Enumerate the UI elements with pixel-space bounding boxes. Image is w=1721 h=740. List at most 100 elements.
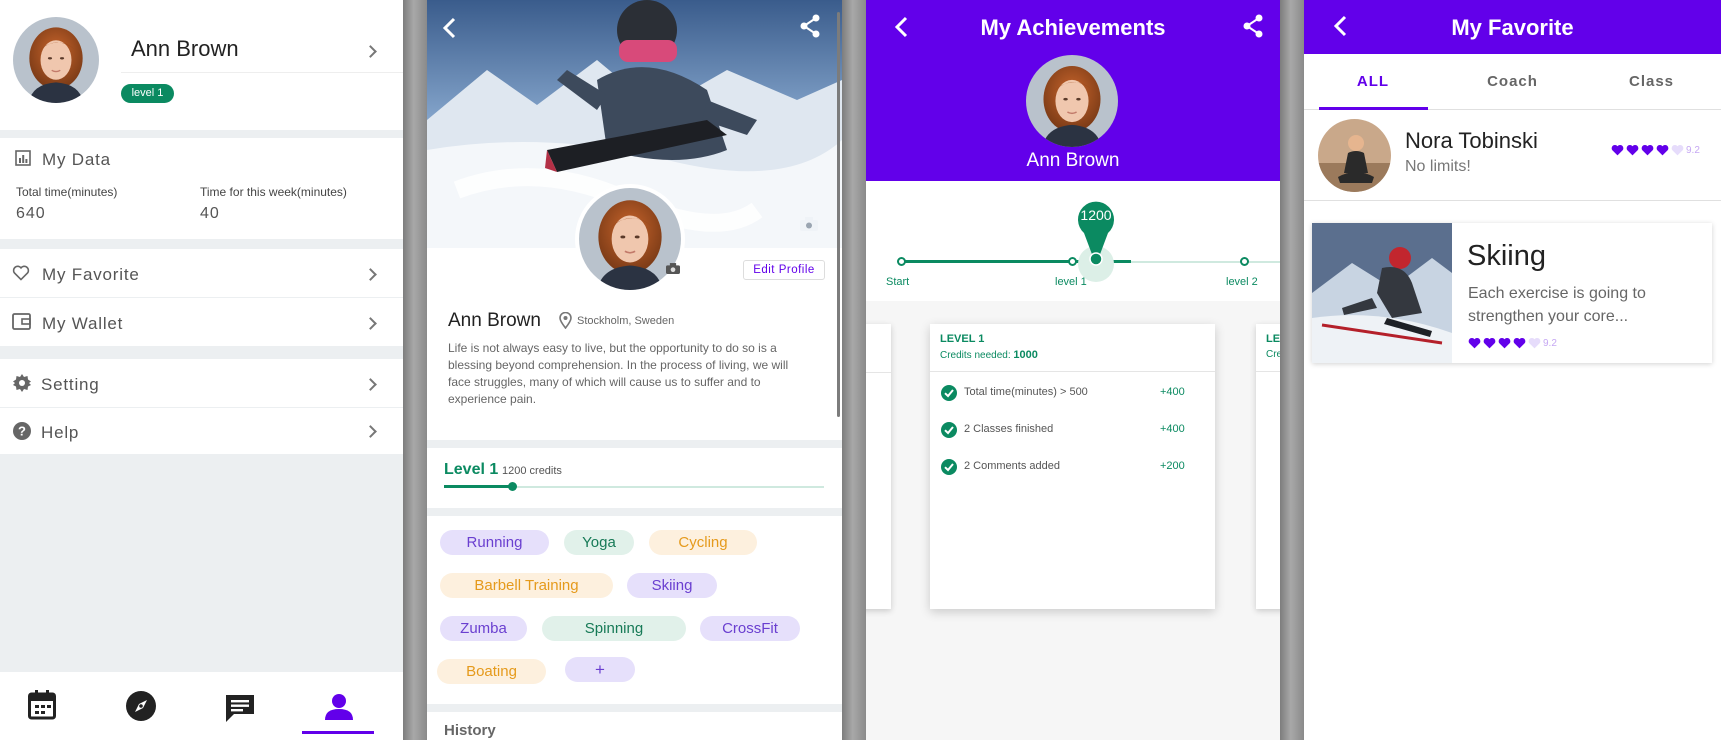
user-name: Ann Brown bbox=[131, 36, 239, 61]
active-tab-indicator bbox=[1319, 107, 1428, 110]
current-credits-pin bbox=[1078, 201, 1114, 266]
menu-item-my-favorite[interactable]: My Favorite bbox=[0, 249, 403, 297]
camera-icon[interactable] bbox=[666, 263, 680, 274]
scrollbar[interactable] bbox=[837, 12, 840, 417]
tag-skiing[interactable]: Skiing bbox=[627, 573, 717, 598]
tag-cycling[interactable]: Cycling bbox=[649, 530, 757, 555]
check-circle-icon bbox=[941, 422, 957, 438]
check-circle-icon bbox=[941, 459, 957, 475]
heart-filled-icon bbox=[1611, 144, 1624, 156]
class-description: Each exercise is going to strengthen you… bbox=[1468, 285, 1646, 325]
favorite-header: My Favorite bbox=[1304, 0, 1721, 54]
tag-boating[interactable]: Boating bbox=[437, 659, 546, 684]
person-icon[interactable] bbox=[325, 694, 353, 720]
credits-label: 1200 credits bbox=[502, 465, 562, 477]
add-tag-button[interactable]: + bbox=[565, 657, 635, 682]
coach-name: Nora Tobinski bbox=[1405, 128, 1538, 153]
coach-rating-value: 9.2 bbox=[1686, 145, 1700, 156]
level-label: Level 1 bbox=[444, 461, 499, 478]
task-row: Total time(minutes) > 500 +400 bbox=[930, 384, 1215, 406]
previous-level-card[interactable] bbox=[866, 324, 891, 609]
my-data-title: My Data bbox=[42, 150, 111, 169]
week-time-value: 40 bbox=[200, 205, 220, 222]
camera-icon[interactable] bbox=[800, 217, 818, 231]
level-card-title: LEVEL 1 bbox=[940, 333, 985, 345]
tag-barbell-training[interactable]: Barbell Training bbox=[440, 573, 613, 598]
achievements-header: My Achievements Ann Brown bbox=[866, 0, 1280, 181]
week-time-label: Time for this week(minutes) bbox=[200, 185, 347, 199]
credits-needed-prefix: Credits needed: bbox=[940, 350, 1011, 361]
divider bbox=[930, 371, 1215, 372]
user-card[interactable]: Ann Brown level 1 bbox=[0, 0, 403, 130]
tag-zumba[interactable]: Zumba bbox=[440, 616, 527, 641]
chevron-right-icon bbox=[364, 425, 377, 438]
task-points: +200 bbox=[1160, 460, 1185, 472]
heart-empty-icon bbox=[1528, 337, 1541, 349]
user-name: Ann Brown bbox=[1026, 150, 1120, 171]
help-icon: ? bbox=[13, 422, 31, 440]
tab-all[interactable]: ALL bbox=[1304, 73, 1442, 90]
screen-divider bbox=[842, 0, 866, 740]
heart-filled-icon bbox=[1468, 337, 1481, 349]
milestone-level2-label: level 2 bbox=[1226, 276, 1258, 288]
avatar bbox=[575, 184, 685, 294]
next-level-credits-label: Cre bbox=[1266, 349, 1280, 360]
active-tab-indicator bbox=[302, 731, 374, 734]
share-icon[interactable] bbox=[1242, 14, 1264, 38]
credits-needed-label: Credits needed: 1000 bbox=[940, 349, 1038, 361]
coach-avatar bbox=[1318, 119, 1391, 192]
screen-divider bbox=[403, 0, 427, 740]
level-card: Level 1 1200 credits bbox=[427, 448, 842, 508]
avatar bbox=[1026, 55, 1118, 147]
tab-class[interactable]: Class bbox=[1582, 73, 1721, 90]
menu-item-help[interactable]: ? Help bbox=[0, 408, 403, 454]
chevron-right-icon bbox=[364, 268, 377, 281]
history-label: History bbox=[444, 722, 496, 739]
compass-icon[interactable] bbox=[126, 691, 156, 721]
tag-crossfit[interactable]: CrossFit bbox=[700, 616, 800, 641]
calendar-icon[interactable] bbox=[28, 690, 56, 720]
total-time-value: 640 bbox=[16, 205, 46, 222]
history-section: History bbox=[427, 712, 842, 740]
tab-coach[interactable]: Coach bbox=[1443, 73, 1582, 90]
page-title: My Achievements bbox=[980, 15, 1166, 40]
task-row: 2 Classes finished +400 bbox=[930, 421, 1215, 443]
location-pin-icon bbox=[559, 312, 572, 329]
task-label: 2 Classes finished bbox=[964, 423, 1054, 435]
user-name: Ann Brown bbox=[448, 310, 541, 331]
heart-filled-icon bbox=[1483, 337, 1496, 349]
heart-outline-icon bbox=[12, 265, 30, 281]
avatar bbox=[13, 17, 99, 103]
gear-icon bbox=[13, 374, 31, 392]
menu-item-label: My Favorite bbox=[42, 265, 140, 284]
menu-item-setting[interactable]: Setting bbox=[0, 359, 403, 407]
menu-item-label: My Wallet bbox=[42, 314, 124, 333]
coach-subtitle: No limits! bbox=[1405, 158, 1471, 175]
tag-spinning[interactable]: Spinning bbox=[542, 616, 686, 641]
tag-yoga[interactable]: Yoga bbox=[564, 530, 634, 555]
menu-item-my-wallet[interactable]: My Wallet bbox=[0, 298, 403, 346]
my-data-card: My Data Total time(minutes) 640 Time for… bbox=[0, 138, 403, 239]
coach-list-item[interactable]: Nora Tobinski No limits! 9.2 bbox=[1304, 111, 1721, 201]
menu-item-label: Setting bbox=[41, 375, 100, 394]
back-arrow-icon[interactable] bbox=[441, 17, 457, 39]
milestone-start-label: Start bbox=[886, 276, 910, 288]
next-level-card[interactable]: LE Cre bbox=[1256, 324, 1280, 609]
share-icon[interactable] bbox=[799, 14, 821, 38]
check-circle-icon bbox=[941, 385, 957, 401]
class-card[interactable]: Skiing Each exercise is going to strengt… bbox=[1312, 223, 1712, 363]
divider bbox=[121, 72, 403, 73]
next-level-card-title: LE bbox=[1266, 333, 1280, 345]
tag-running[interactable]: Running bbox=[440, 530, 549, 555]
menu-item-label: Help bbox=[41, 423, 80, 442]
chevron-right-icon bbox=[364, 317, 377, 330]
level-progress-fill bbox=[444, 485, 513, 488]
progress-timeline: 1200 Start level 1 level 2 bbox=[866, 181, 1280, 301]
achievements-screen: My Achievements Ann Brown 1200 Start lev… bbox=[866, 0, 1280, 740]
class-image bbox=[1312, 223, 1452, 363]
milestone-level1-label: level 1 bbox=[1055, 276, 1087, 288]
edit-profile-button[interactable]: Edit Profile bbox=[743, 260, 825, 280]
level-card[interactable]: LEVEL 1 Credits needed: 1000 Total time(… bbox=[930, 324, 1215, 609]
heart-filled-icon bbox=[1656, 144, 1669, 156]
chat-icon[interactable] bbox=[225, 693, 255, 723]
